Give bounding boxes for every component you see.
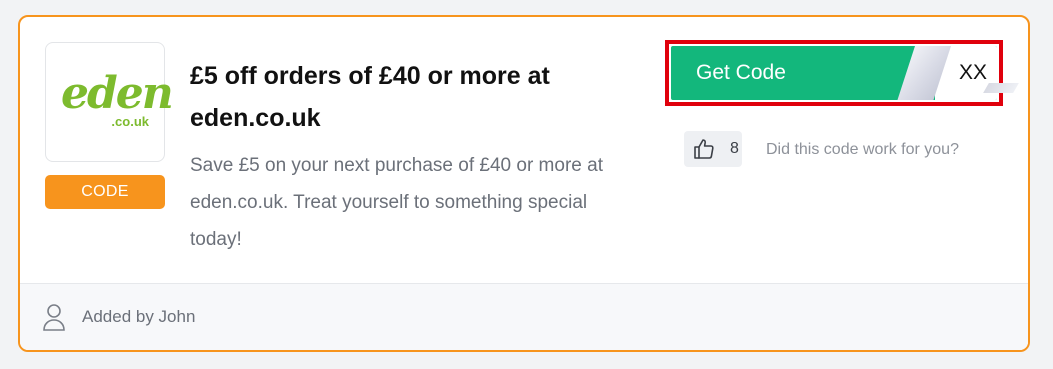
get-code-label: Get Code: [696, 61, 786, 84]
added-by-text: Added by John: [82, 307, 196, 326]
coupon-card: eden .co.uk CODE £5 off orders of £40 or…: [18, 15, 1030, 352]
feedback-question: Did this code work for you?: [766, 141, 959, 158]
get-code-highlight[interactable]: Get Code XX: [665, 40, 1003, 106]
user-icon: [43, 304, 65, 331]
logo-sub: .co.uk: [111, 114, 149, 129]
code-type-badge: CODE: [45, 175, 165, 209]
coupon-title[interactable]: £5 off orders of £40 or more at eden.co.…: [190, 55, 630, 139]
vote-count: 8: [730, 140, 739, 157]
eden-logo: eden .co.uk: [61, 62, 174, 142]
peel-shadow: [983, 83, 1019, 93]
card-footer: Added by John: [20, 283, 1028, 350]
thumbs-up-icon: [694, 139, 714, 159]
thumbs-up-button[interactable]: 8: [684, 131, 742, 167]
get-code-button[interactable]: Get Code XX: [671, 46, 997, 100]
store-logo[interactable]: eden .co.uk: [45, 42, 174, 162]
coupon-description: Save £5 on your next purchase of £40 or …: [190, 155, 603, 250]
